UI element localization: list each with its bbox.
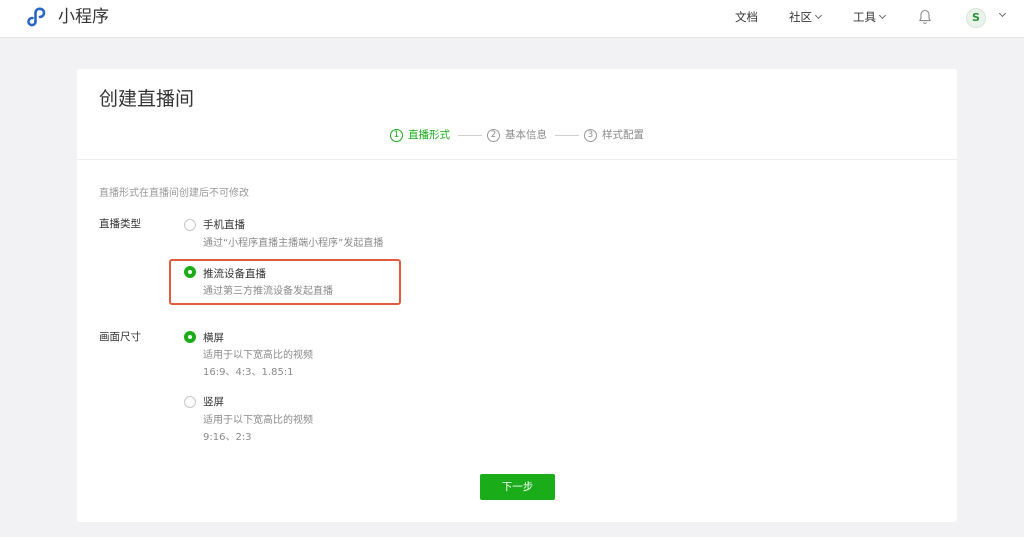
brand-title[interactable]: 小程序 (58, 6, 109, 28)
chevron-down-icon[interactable] (998, 9, 1007, 18)
next-step-button[interactable]: 下一步 (480, 474, 555, 500)
step-label: 基本信息 (505, 129, 547, 141)
chevron-down-icon (814, 11, 823, 20)
option-desc: 适用于以下宽高比的视频 (203, 415, 313, 426)
avatar[interactable]: S (966, 8, 986, 28)
stepper: 1 直播形式 2 基本信息 3 样式配置 (77, 127, 957, 145)
radio-portrait[interactable] (184, 396, 196, 408)
option-title[interactable]: 竖屏 (203, 394, 224, 409)
step-connector (458, 135, 482, 136)
option-title[interactable]: 推流设备直播 (203, 266, 266, 281)
chevron-down-icon (878, 11, 887, 20)
step-connector (555, 135, 579, 136)
step-3: 3 样式配置 (584, 127, 644, 143)
miniprogram-logo-icon[interactable] (26, 5, 50, 29)
option-title[interactable]: 横屏 (203, 330, 224, 345)
option-title[interactable]: 手机直播 (203, 217, 245, 232)
option-desc: 适用于以下宽高比的视频 (203, 350, 313, 361)
step-number: 3 (584, 129, 597, 142)
option-ratios: 9:16、2:3 (203, 432, 252, 443)
option-ratios: 16:9、4:3、1.85:1 (203, 367, 294, 378)
nav-tools-label: 工具 (853, 10, 876, 24)
divider (77, 159, 957, 160)
page-title: 创建直播间 (99, 88, 195, 110)
step-2: 2 基本信息 (487, 127, 547, 143)
step-number: 1 (390, 129, 403, 142)
live-type-label: 直播类型 (99, 218, 141, 230)
nav-community-label: 社区 (789, 10, 812, 24)
option-desc: 通过“小程序直播主播端小程序”发起直播 (203, 238, 384, 249)
nav-tools[interactable]: 工具 (853, 10, 887, 24)
step-label: 直播形式 (408, 129, 450, 141)
option-desc: 通过第三方推流设备发起直播 (203, 286, 333, 297)
create-live-room-card: 创建直播间 1 直播形式 2 基本信息 3 样式配置 直播形式在直播间创建后不可修改 … (77, 69, 957, 522)
top-navbar: 小程序 文档 社区 工具 S (0, 0, 1024, 38)
radio-landscape[interactable] (184, 331, 196, 343)
bell-icon[interactable] (918, 9, 932, 25)
radio-mobile-live[interactable] (184, 219, 196, 231)
screen-size-label: 画面尺寸 (99, 331, 141, 343)
step-1: 1 直播形式 (390, 127, 450, 143)
step-label: 样式配置 (602, 129, 644, 141)
step-number: 2 (487, 129, 500, 142)
nav-docs[interactable]: 文档 (735, 10, 758, 24)
nav-community[interactable]: 社区 (789, 10, 823, 24)
radio-push-device-live[interactable] (184, 266, 196, 278)
form-hint: 直播形式在直播间创建后不可修改 (99, 188, 249, 199)
